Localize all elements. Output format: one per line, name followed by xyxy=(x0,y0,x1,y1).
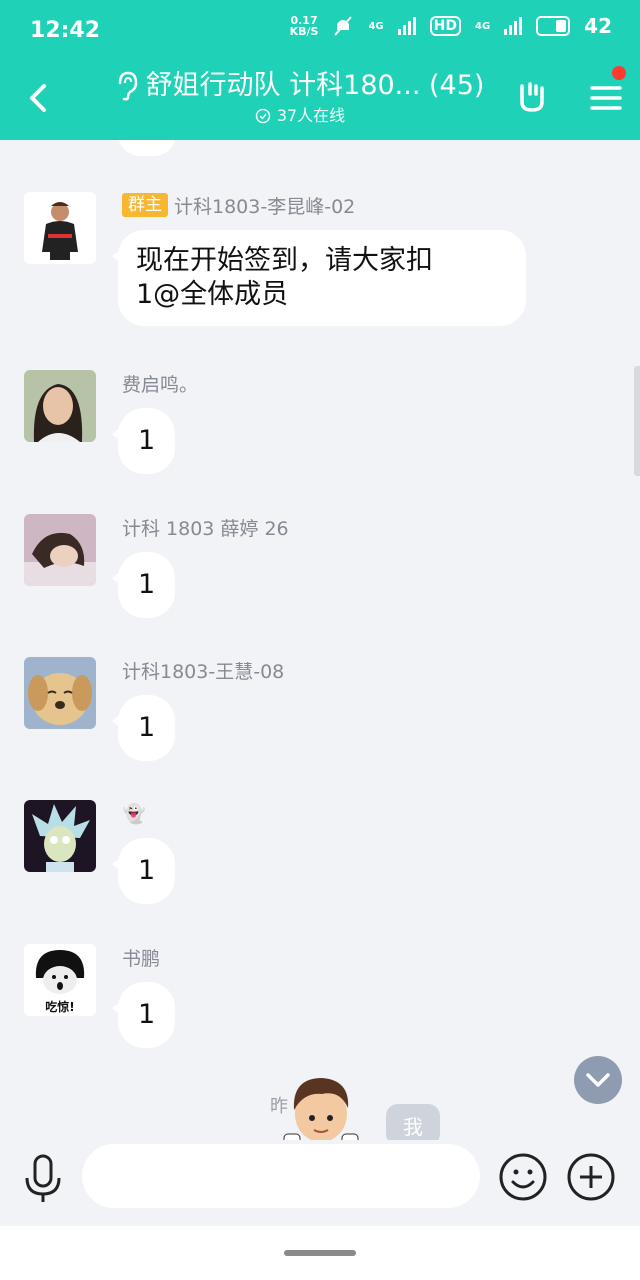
mute-icon xyxy=(334,16,353,36)
sender-line: 群主 计科1803-李昆峰-02 xyxy=(122,192,355,218)
sender-line: 费启鸣。 xyxy=(122,370,198,396)
sender-name: 书鹏 xyxy=(122,947,161,970)
partial-message-bubble xyxy=(118,140,176,156)
group-name: 舒姐行动队 计科180... (45) xyxy=(145,70,485,101)
signal-icon xyxy=(397,17,416,35)
sender-name: 👻 xyxy=(122,802,146,825)
message-item: 群主 计科1803-李昆峰-02 现在开始签到，请大家扣 1@全体成员 xyxy=(0,192,640,342)
avatar-person-icon xyxy=(24,192,96,264)
message-bubble[interactable]: 现在开始签到，请大家扣 1@全体成员 xyxy=(112,230,526,326)
message-bubble[interactable]: 1 xyxy=(111,408,176,474)
check-circle-icon xyxy=(255,108,271,124)
battery-level: 42 xyxy=(584,14,612,38)
avatar[interactable]: 吃惊! xyxy=(24,944,96,1016)
chat-title: 舒姐行动队 计科180... (45) xyxy=(116,68,485,104)
avatar[interactable] xyxy=(24,657,96,729)
home-indicator[interactable] xyxy=(284,1250,356,1256)
online-count: 37人在线 xyxy=(255,105,345,127)
avatar[interactable] xyxy=(24,800,96,872)
microphone-icon[interactable] xyxy=(22,1152,64,1206)
avatar[interactable] xyxy=(24,370,96,442)
sender-line: 👻 xyxy=(122,800,146,826)
message-bubble[interactable]: 1 xyxy=(111,552,176,618)
message-text: 1 xyxy=(138,855,156,886)
message-text-line: 现在开始签到，请大家扣 xyxy=(136,245,433,276)
hd-icon: HD xyxy=(429,16,461,36)
sender-name: 费启鸣。 xyxy=(122,373,199,396)
network-4g-label: 4G xyxy=(368,20,384,32)
avatar-woman-icon xyxy=(24,514,96,586)
message-input[interactable] xyxy=(82,1144,480,1208)
ear-icon xyxy=(118,71,137,101)
message-item: 吃惊! 书鹏 1 xyxy=(0,944,640,1054)
message-item: 计科 1803 薛婷 26 1 xyxy=(0,514,640,624)
message-bubble[interactable]: 1 xyxy=(111,982,176,1048)
chevron-down-icon xyxy=(586,1073,610,1087)
avatar-dog-icon xyxy=(24,657,96,729)
me-label: 我 xyxy=(386,1104,440,1140)
avatar-girl-icon xyxy=(24,370,96,442)
sender-line: 计科1803-王慧-08 xyxy=(122,657,284,683)
scroll-to-bottom-button[interactable] xyxy=(574,1056,622,1104)
status-icons: 0.17 KB/S 4G HD 4G 42 xyxy=(290,14,612,38)
status-bar: 12:42 0.17 KB/S 4G HD 4G 42 xyxy=(0,0,640,64)
sender-line: 计科 1803 薛婷 26 xyxy=(122,514,289,540)
scrollbar[interactable] xyxy=(634,366,640,476)
system-nav-bar xyxy=(0,1226,640,1280)
net-speed: 0.17 KB/S xyxy=(290,15,319,37)
chat-area[interactable]: 群主 计科1803-李昆峰-02 现在开始签到，请大家扣 1@全体成员 费启鸣。… xyxy=(0,140,640,1140)
mascot-peek-icon xyxy=(283,1078,359,1140)
message-text: 1 xyxy=(138,569,156,600)
owner-badge: 群主 xyxy=(122,193,168,217)
back-icon[interactable] xyxy=(20,78,60,118)
love-hand-icon[interactable] xyxy=(512,76,552,116)
network-4g-label-2: 4G xyxy=(474,20,491,32)
message-bubble[interactable]: 1 xyxy=(111,838,176,904)
sender-line: 书鹏 xyxy=(122,944,160,970)
message-item: 👻 1 xyxy=(0,800,640,910)
avatar-cartoon-icon xyxy=(24,800,96,872)
title-area[interactable]: 舒姐行动队 计科180... (45) 37人在线 xyxy=(100,68,500,128)
signal-icon-2 xyxy=(504,17,523,35)
battery-icon xyxy=(536,16,571,36)
notification-dot xyxy=(612,66,626,80)
message-item: 费启鸣。 1 xyxy=(0,370,640,480)
menu-icon[interactable] xyxy=(586,76,626,116)
sender-name: 计科 1803 薛婷 26 xyxy=(122,517,289,540)
message-text-line: 1@全体成员 xyxy=(136,279,289,310)
message-text: 1 xyxy=(138,425,156,456)
status-time: 12:42 xyxy=(30,18,101,43)
avatar[interactable] xyxy=(24,514,96,586)
message-bubble[interactable]: 1 xyxy=(111,695,176,761)
emoji-icon[interactable] xyxy=(498,1152,548,1202)
input-bar xyxy=(0,1140,640,1226)
message-item: 计科1803-王慧-08 1 xyxy=(0,657,640,767)
message-text: 1 xyxy=(138,712,156,743)
plus-icon[interactable] xyxy=(566,1152,616,1202)
net-speed-unit: KB/S xyxy=(289,25,319,38)
chat-header: 舒姐行动队 计科180... (45) 37人在线 xyxy=(0,64,640,140)
avatar[interactable] xyxy=(24,192,96,264)
sender-name: 计科1803-李昆峰-02 xyxy=(174,195,356,218)
sender-name: 计科1803-王慧-08 xyxy=(122,660,285,683)
avatar-caption: 吃惊! xyxy=(45,1000,75,1014)
avatar-meme-icon xyxy=(35,950,85,994)
message-text: 1 xyxy=(138,999,156,1030)
online-count-text: 37人在线 xyxy=(276,106,346,125)
